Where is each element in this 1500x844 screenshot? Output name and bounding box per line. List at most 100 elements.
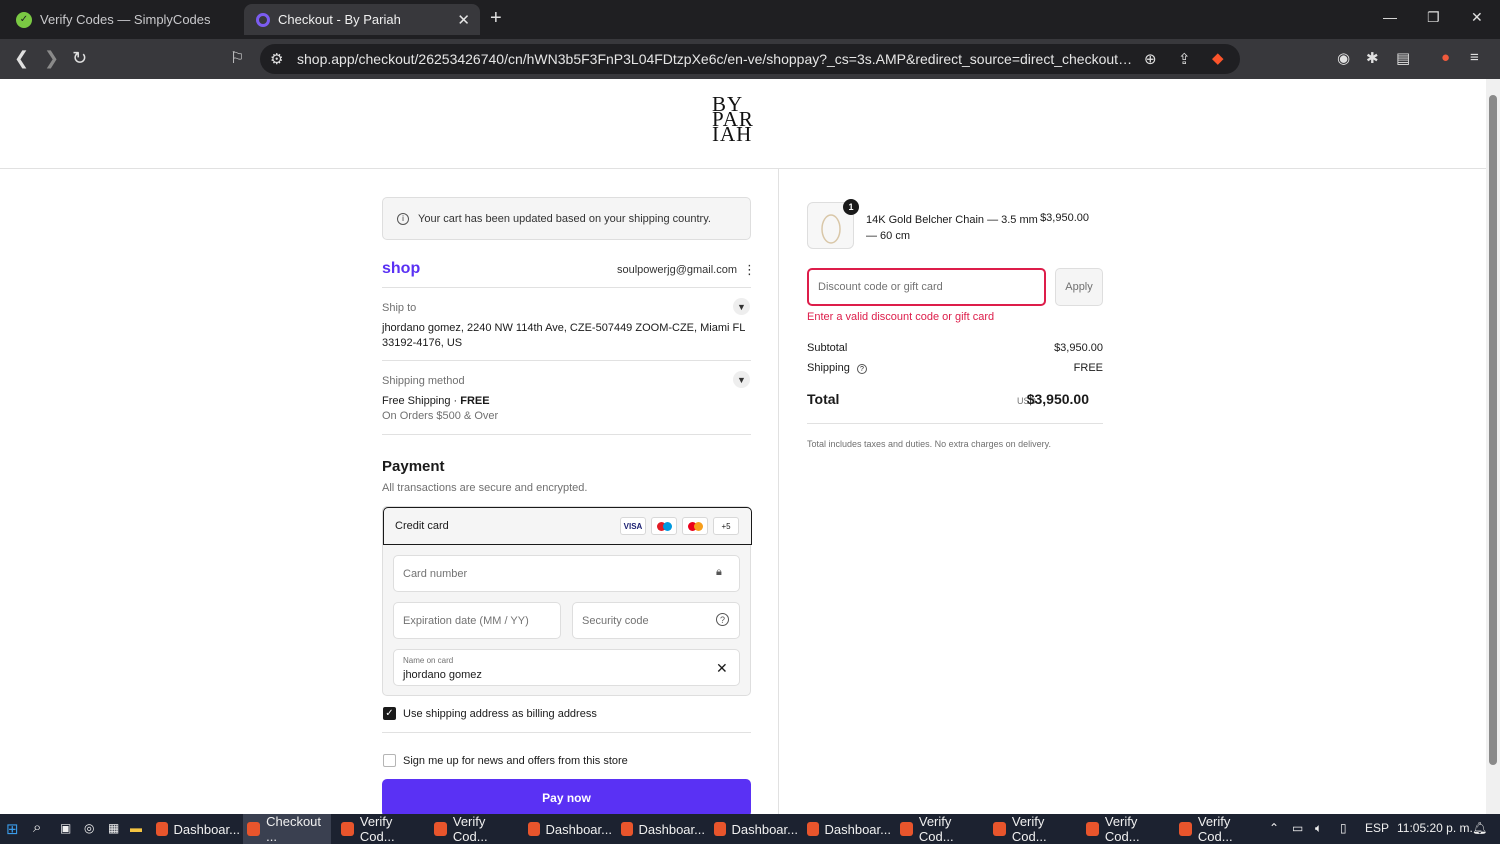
taskbar-window[interactable]: Dashboar... xyxy=(524,814,612,844)
taskbar-window[interactable]: Verify Cod... xyxy=(337,814,425,844)
battery-icon[interactable]: ▯ xyxy=(1340,821,1347,835)
share-icon[interactable]: ⇪ xyxy=(1178,50,1191,68)
payment-box: Credit card VISA +5 Card number 🔒︎ Expir… xyxy=(382,506,752,696)
address-bar[interactable]: ⚙ shop.app/checkout/26253426740/cn/hWN3b… xyxy=(260,44,1240,74)
windows-start-icon[interactable]: ⊞ xyxy=(6,820,19,838)
account-menu-icon[interactable]: ⋮ xyxy=(743,262,756,278)
security-code-placeholder: Security code xyxy=(582,615,649,627)
extensions-icon[interactable]: ✱ xyxy=(1366,49,1379,67)
simplycodes-favicon-icon: ✓ xyxy=(16,11,32,28)
clock[interactable]: 11:05:20 p. m. xyxy=(1397,821,1473,835)
divider xyxy=(807,423,1103,424)
clear-icon[interactable]: ✕ xyxy=(716,660,728,677)
maps-app-icon[interactable]: ◎ xyxy=(84,821,94,835)
scrollbar-thumb[interactable] xyxy=(1489,95,1497,765)
shipping-method-value: Free Shipping · FREE xyxy=(382,395,490,407)
credit-card-option[interactable]: Credit card VISA +5 xyxy=(383,507,752,545)
tab-checkout[interactable]: Checkout - By Pariah ✕ xyxy=(244,4,480,35)
site-settings-icon[interactable]: ⚙ xyxy=(270,50,283,68)
info-icon: i xyxy=(397,212,409,225)
browser-tab-bar: ✓ Verify Codes — SimplyCodes Checkout - … xyxy=(0,0,1500,39)
notifications-icon[interactable]: 🔔︎ xyxy=(1472,821,1487,835)
url-text[interactable]: shop.app/checkout/26253426740/cn/hWN3b5F… xyxy=(297,51,1137,67)
taskbar-window[interactable]: Checkout ... xyxy=(243,814,331,844)
taskbar-window[interactable]: Verify Cod... xyxy=(1175,814,1263,844)
brave-icon xyxy=(341,822,354,836)
new-tab-button[interactable]: + xyxy=(490,7,502,30)
zoom-icon[interactable]: ⊕ xyxy=(1144,50,1157,68)
shipping-label: Shipping xyxy=(807,362,850,374)
brave-icon xyxy=(247,822,261,836)
shipping-help-icon[interactable]: ? xyxy=(856,364,867,374)
discount-placeholder: Discount code or gift card xyxy=(818,281,943,293)
total-label: Total xyxy=(807,391,840,407)
shop-favicon-icon xyxy=(256,12,270,27)
taskbar-window[interactable]: Dashboar... xyxy=(617,814,705,844)
subtotal-value: $3,950.00 xyxy=(1054,342,1103,354)
tab-verify-codes[interactable]: ✓ Verify Codes — SimplyCodes xyxy=(4,4,242,35)
network-icon[interactable]: ▭ xyxy=(1292,821,1303,835)
brave-icon xyxy=(714,822,726,836)
security-code-field[interactable]: Security code ? xyxy=(572,602,740,639)
card-number-field[interactable]: Card number 🔒︎ xyxy=(393,555,740,592)
reload-icon[interactable]: ↻ xyxy=(72,48,87,69)
forward-icon[interactable]: ❯ xyxy=(44,48,59,69)
camera-app-icon[interactable]: ▣ xyxy=(60,821,71,835)
file-explorer-icon[interactable]: ▬ xyxy=(130,821,142,835)
reader-icon[interactable]: ▤ xyxy=(1396,49,1410,67)
store-header: BY PAR IAH xyxy=(0,79,1486,169)
brave-icon xyxy=(528,822,540,836)
page-scrollbar[interactable] xyxy=(1486,79,1500,814)
total-value: $3,950.00 xyxy=(1026,391,1089,407)
windows-taskbar: ⊞ ⌕ ▣ ◎ ▦ ▬ Dashboar... Checkout ... Ver… xyxy=(0,814,1500,844)
shipping-method-chevron-down-icon[interactable]: ▼ xyxy=(733,371,750,388)
ship-to-address: jhordano gomez, 2240 NW 114th Ave, CZE-5… xyxy=(382,322,745,349)
store-logo[interactable]: BY PAR IAH xyxy=(712,94,772,145)
discount-code-input[interactable]: Discount code or gift card xyxy=(807,268,1046,306)
tax-note: Total includes taxes and duties. No extr… xyxy=(807,439,1051,449)
shipping-value: FREE xyxy=(1073,362,1103,374)
search-icon[interactable]: ⌕ xyxy=(33,819,41,836)
name-on-card-field[interactable]: Name on card jhordano gomez ✕ xyxy=(393,649,740,686)
expiry-field[interactable]: Expiration date (MM / YY) xyxy=(393,602,561,639)
taskbar-window[interactable]: Verify Cod... xyxy=(1082,814,1170,844)
close-window-icon[interactable]: ✕ xyxy=(1471,9,1483,26)
taskbar-window[interactable]: Dashboar... xyxy=(803,814,891,844)
product-price: $3,950.00 xyxy=(1040,212,1089,224)
minimize-icon[interactable]: — xyxy=(1383,9,1397,25)
column-divider xyxy=(778,169,779,814)
browser-toolbar: ❮ ❯ ↻ ⚐ ⚙ shop.app/checkout/26253426740/… xyxy=(0,39,1500,79)
payment-heading: Payment xyxy=(382,458,445,475)
brave-shields-icon[interactable]: ◆ xyxy=(1212,49,1224,67)
wallet-icon[interactable]: ◉ xyxy=(1337,49,1350,67)
help-icon[interactable]: ? xyxy=(716,613,729,626)
billing-address-checkbox[interactable]: ✓ xyxy=(383,707,396,720)
taskbar-window[interactable]: Verify Cod... xyxy=(896,814,984,844)
apply-discount-button[interactable]: Apply xyxy=(1055,268,1103,306)
bookmark-icon[interactable]: ⚐ xyxy=(230,48,244,68)
lock-icon: 🔒︎ xyxy=(716,566,722,578)
taskbar-window[interactable]: Verify Cod... xyxy=(989,814,1077,844)
rewards-icon[interactable]: ● xyxy=(1441,49,1450,66)
volume-icon[interactable]: 🔈︎ xyxy=(1315,821,1322,836)
taskbar-window[interactable]: Dashboar... xyxy=(152,814,240,844)
taskbar-window[interactable]: Dashboar... xyxy=(710,814,798,844)
taskbar-window[interactable]: Verify Cod... xyxy=(430,814,518,844)
divider xyxy=(382,434,751,435)
shipping-method-note: On Orders $500 & Over xyxy=(382,410,499,422)
restore-icon[interactable]: ❐ xyxy=(1427,9,1440,26)
maestro-icon xyxy=(651,517,677,535)
close-tab-icon[interactable]: ✕ xyxy=(457,11,470,29)
newsletter-label: Sign me up for news and offers from this… xyxy=(403,755,628,767)
ship-to-chevron-down-icon[interactable]: ▼ xyxy=(733,298,750,315)
tray-chevron-up-icon[interactable]: ⌃ xyxy=(1269,821,1279,835)
language-indicator[interactable]: ESP xyxy=(1365,821,1389,835)
product-name: 14K Gold Belcher Chain — 3.5 mm — 60 cm xyxy=(866,214,1038,242)
calculator-app-icon[interactable]: ▦ xyxy=(108,821,119,835)
expiry-placeholder: Expiration date (MM / YY) xyxy=(403,615,529,627)
shipping-row: Shipping ? FREE xyxy=(807,362,1103,374)
back-icon[interactable]: ❮ xyxy=(14,48,29,69)
menu-icon[interactable]: ≡ xyxy=(1470,49,1479,66)
newsletter-checkbox[interactable] xyxy=(383,754,396,767)
pay-now-button[interactable]: Pay now xyxy=(382,779,751,817)
